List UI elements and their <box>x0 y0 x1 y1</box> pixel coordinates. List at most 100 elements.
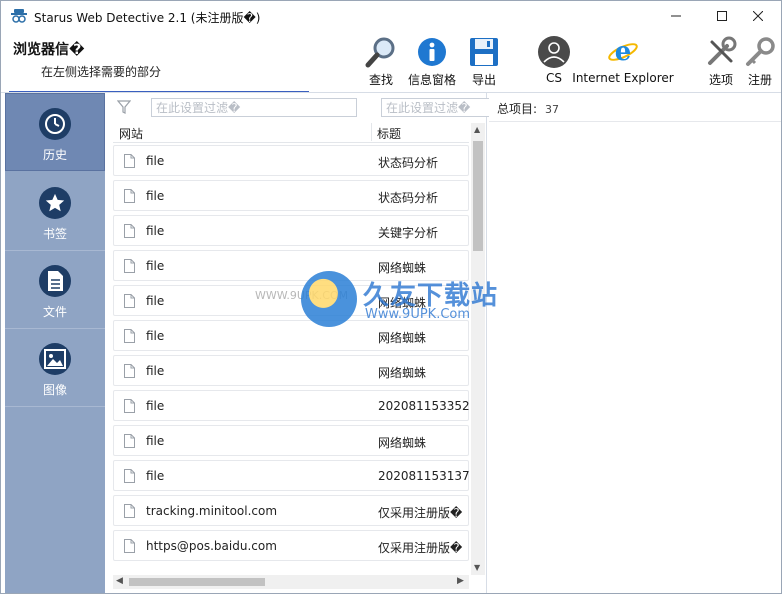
table-row[interactable]: file 网络蜘蛛 <box>113 285 469 316</box>
sidebar: 历史 书签 文件 图像 <box>5 93 105 593</box>
file-icon <box>124 154 135 168</box>
register-label: 注册 <box>747 73 772 87</box>
total-items: 总项目: 37 <box>497 100 559 117</box>
table-row[interactable]: file 网络蜘蛛 <box>113 355 469 386</box>
document-icon <box>48 271 63 291</box>
minimize-button[interactable] <box>653 1 699 31</box>
table-row[interactable]: file 20208115313740 - <box>113 460 469 491</box>
export-button[interactable]: 导出 <box>465 35 503 89</box>
sidebar-item-history[interactable]: 历史 <box>5 93 105 171</box>
filter-row <box>107 93 491 121</box>
file-icon <box>124 434 135 448</box>
scroll-right-arrow-icon[interactable]: ▶ <box>457 576 464 586</box>
total-items-label: 总项目: <box>497 102 538 116</box>
table-row[interactable]: tracking.minitool.com 仅采用注册版� <box>113 495 469 526</box>
sidebar-item-label: 历史 <box>42 148 67 162</box>
file-icon <box>124 259 135 273</box>
row-title: 网络蜘蛛 <box>378 331 427 345</box>
row-site: file <box>146 189 165 203</box>
row-title: 仅采用注册版� <box>378 506 463 520</box>
user-avatar-icon <box>538 36 570 68</box>
sidebar-item-files[interactable]: 文件 <box>5 251 105 329</box>
horizontal-scroll-thumb[interactable] <box>129 578 265 586</box>
table-row[interactable]: https@pos.baidu.com 仅采用注册版� <box>113 530 469 561</box>
title-bar: Starus Web Detective 2.1 (未注册版�) <box>1 1 781 31</box>
table-row[interactable]: file 状态码分析 <box>113 180 469 211</box>
row-site: file <box>146 154 165 168</box>
scroll-down-arrow-icon[interactable]: ▼ <box>474 563 480 572</box>
internet-explorer-label: Internet Explorer <box>572 71 674 85</box>
detail-divider <box>489 121 781 122</box>
info-pane-label: 信息窗格 <box>407 73 456 87</box>
row-site: file <box>146 469 165 483</box>
total-items-count: 37 <box>545 103 560 116</box>
row-title: 仅采用注册版� <box>378 541 463 555</box>
sidebar-item-label: 图像 <box>42 383 67 397</box>
cs-profile-button[interactable]: CS <box>535 35 573 89</box>
file-icon <box>124 294 135 308</box>
row-site: file <box>146 224 165 238</box>
maximize-icon <box>717 11 727 21</box>
scroll-left-arrow-icon[interactable]: ◀ <box>116 576 123 586</box>
row-site: file <box>146 294 165 308</box>
clock-icon <box>45 114 65 134</box>
sidebar-item-bookmarks[interactable]: 书签 <box>5 173 105 251</box>
register-button[interactable]: 注册 <box>741 35 779 89</box>
find-button[interactable]: 查找 <box>363 35 399 89</box>
cs-label: CS <box>546 71 562 85</box>
file-icon <box>124 504 135 518</box>
column-header-row: 网站 标题 <box>113 121 469 143</box>
column-header-site[interactable]: 网站 <box>119 125 143 142</box>
table-row[interactable]: file 状态码分析 <box>113 145 469 176</box>
row-title: 20208115313740 - <box>378 469 469 483</box>
header-band: 浏览器信� 在左侧选择需要的部分 查找 信息窗格 导出 CS e Interne… <box>1 31 781 93</box>
info-pane-button[interactable]: 信息窗格 <box>403 35 461 89</box>
file-icon <box>124 364 135 378</box>
row-title: 网络蜘蛛 <box>378 261 427 275</box>
row-title: 状态码分析 <box>378 191 439 205</box>
image-icon <box>44 349 66 369</box>
page-title: 浏览器信� <box>13 42 85 58</box>
table-row[interactable]: file 网络蜘蛛 <box>113 320 469 351</box>
funnel-filter-icon[interactable] <box>117 100 131 114</box>
row-site: tracking.minitool.com <box>146 504 278 518</box>
horizontal-scrollbar[interactable]: ◀ ▶ <box>113 575 469 589</box>
row-title: 关键字分析 <box>378 226 439 240</box>
floppy-disk-icon <box>470 38 498 66</box>
file-icon <box>124 399 135 413</box>
vertical-scroll-thumb[interactable] <box>473 141 483 251</box>
file-icon <box>124 329 135 343</box>
table-row[interactable]: file 202081153352520 <box>113 390 469 421</box>
svg-text:e: e <box>615 37 632 67</box>
magnifier-icon <box>365 37 395 68</box>
sidebar-item-images[interactable]: 图像 <box>5 329 105 407</box>
table-row[interactable]: file 关键字分析 <box>113 215 469 246</box>
table-row[interactable]: file 网络蜘蛛 <box>113 425 469 456</box>
file-icon <box>124 224 135 238</box>
column-header-title[interactable]: 标题 <box>377 125 401 142</box>
column-divider[interactable] <box>371 123 372 141</box>
row-title: 网络蜘蛛 <box>378 366 427 380</box>
window-title: Starus Web Detective 2.1 (未注册版�) <box>34 11 261 25</box>
detail-panel: 总项目: 37 <box>489 93 781 593</box>
table-row[interactable]: file 网络蜘蛛 <box>113 250 469 281</box>
row-title: 网络蜘蛛 <box>378 436 427 450</box>
file-icon <box>124 539 135 553</box>
export-label: 导出 <box>471 73 496 87</box>
vertical-scrollbar[interactable]: ▲ ▼ <box>471 123 485 575</box>
internet-explorer-button[interactable]: e Internet Explorer <box>572 35 674 89</box>
key-icon <box>746 37 775 66</box>
file-icon <box>124 189 135 203</box>
close-icon <box>753 11 763 21</box>
find-label: 查找 <box>368 73 393 87</box>
site-filter-input[interactable] <box>151 98 357 117</box>
sidebar-item-label: 书签 <box>42 227 67 241</box>
detective-app-icon <box>11 9 27 23</box>
scroll-up-arrow-icon[interactable]: ▲ <box>474 125 480 134</box>
options-button[interactable]: 选项 <box>703 35 739 89</box>
minimize-icon <box>671 15 681 17</box>
page-subtitle: 在左侧选择需要的部分 <box>41 65 162 79</box>
row-title: 网络蜘蛛 <box>378 296 427 310</box>
title-filter-input[interactable] <box>381 98 491 117</box>
close-button[interactable] <box>735 1 781 31</box>
